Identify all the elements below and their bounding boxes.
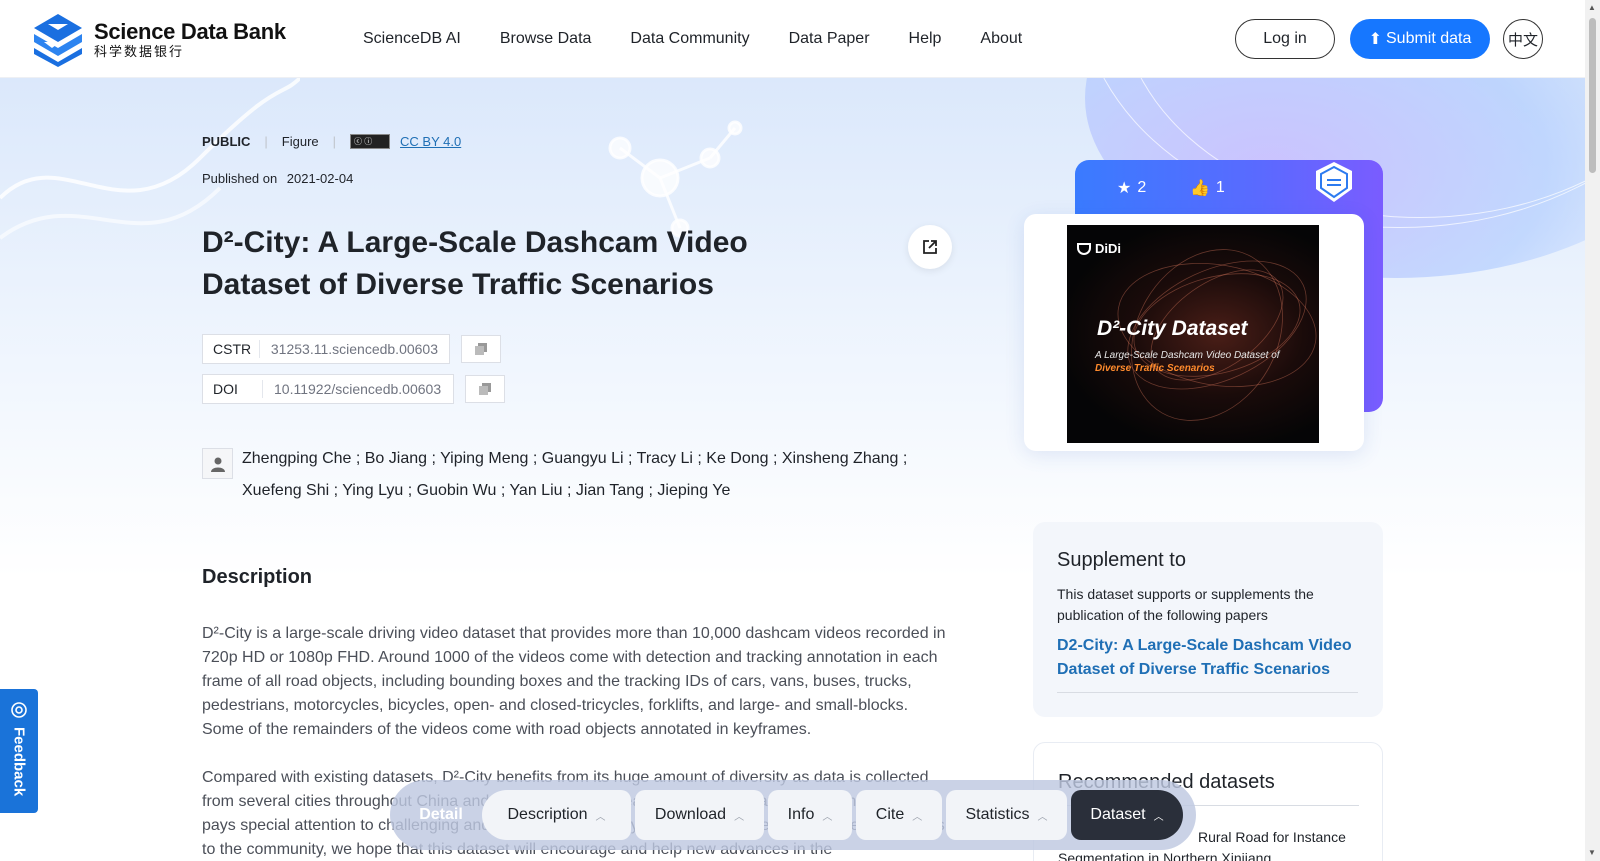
doi-field: DOI 10.11922/sciencedb.00603 (202, 374, 454, 404)
star-icon: ★ (1117, 180, 1132, 197)
nav-help[interactable]: Help (909, 30, 942, 48)
dataset-meta: PUBLIC | Figure | ⓒ ⓘ CC BY 4.0 (202, 134, 462, 149)
cstr-label: CSTR (203, 340, 260, 358)
cover-title: D²-City Dataset (1097, 317, 1248, 340)
logo-subtitle: 科学数据银行 (94, 44, 185, 59)
license-link[interactable]: CC BY 4.0 (400, 134, 461, 149)
share-icon (923, 240, 937, 254)
chevron-up-icon: ︿ (1153, 811, 1164, 823)
dataset-type: Figure (281, 134, 319, 149)
cstr-value: 31253.11.sciencedb.00603 (270, 341, 438, 357)
published-label: Published on (202, 171, 278, 186)
nav-browse-data[interactable]: Browse Data (500, 30, 592, 48)
copy-doi-button[interactable] (465, 375, 505, 403)
supplement-text: This dataset supports or supplements the… (1057, 586, 1314, 623)
feedback-icon (11, 702, 27, 718)
published-date: 2021-02-04 (286, 171, 354, 186)
description-paragraph: D²-City is a large-scale driving video d… (202, 625, 946, 738)
tab-detail[interactable]: Detail (400, 806, 482, 824)
dataset-title: D²-City: A Large-Scale Dashcam Video Dat… (202, 226, 748, 301)
dataset-cover-image[interactable]: DiDi D²-City Dataset A Large-Scale Dashc… (1067, 225, 1319, 443)
chevron-up-icon: ︿ (595, 811, 606, 823)
person-icon (202, 448, 233, 479)
language-toggle[interactable]: 中文 (1503, 19, 1543, 59)
supplement-paper-link[interactable]: D2-City: A Large-Scale Dashcam Video Dat… (1057, 634, 1357, 682)
supplement-card: Supplement to This dataset supports or s… (1033, 522, 1383, 717)
upload-icon: ⬆ (1368, 31, 1382, 48)
tab-statistics[interactable]: Statistics ︿ (946, 790, 1067, 840)
tab-download[interactable]: Download ︿ (635, 790, 764, 840)
nav-data-community[interactable]: Data Community (630, 30, 749, 48)
top-header: Science Data Bank 科学数据银行 ScienceDB AI Br… (0, 0, 1585, 78)
access-badge: PUBLIC (202, 134, 251, 149)
page-scrollbar[interactable]: ▲ ▼ (1585, 0, 1600, 861)
chevron-up-icon: ︿ (822, 811, 833, 823)
tab-dataset[interactable]: Dataset ︿ (1071, 790, 1183, 840)
submit-data-button[interactable]: ⬆ Submit data (1350, 19, 1490, 59)
chevron-up-icon: ︿ (734, 811, 745, 823)
scroll-down-arrow-icon[interactable]: ▼ (1588, 848, 1596, 857)
submit-data-label: Submit data (1386, 30, 1472, 47)
site-logo[interactable]: Science Data Bank 科学数据银行 (30, 12, 286, 68)
tab-info[interactable]: Info ︿ (768, 790, 852, 840)
copy-icon (479, 383, 491, 395)
star-count[interactable]: ★ 2 (1117, 178, 1146, 198)
scroll-thumb[interactable] (1589, 18, 1596, 173)
published-row: Published on 2021-02-04 (202, 171, 353, 186)
nav-sciencedb-ai[interactable]: ScienceDB AI (363, 30, 461, 48)
doi-label: DOI (203, 380, 263, 398)
copy-cstr-button[interactable] (461, 335, 501, 363)
nav-about[interactable]: About (980, 30, 1022, 48)
doi-value: 10.11922/sciencedb.00603 (274, 381, 442, 397)
cc-license-icon: ⓒ ⓘ (350, 134, 391, 149)
science-data-bank-logo-icon (34, 14, 82, 67)
like-count[interactable]: 👍 1 (1190, 178, 1225, 198)
thumbs-up-icon: 👍 (1190, 180, 1210, 197)
author-list: Zhengping Che ; Bo Jiang ; Yiping Meng ;… (242, 450, 908, 499)
nav-data-paper[interactable]: Data Paper (789, 30, 870, 48)
feedback-tab[interactable]: Feedback (0, 689, 38, 813)
didi-logo: DiDi (1077, 241, 1121, 256)
tab-description[interactable]: Description ︿ (482, 790, 631, 840)
chevron-up-icon: ︿ (912, 811, 923, 823)
cover-subtitle-highlight: Diverse Traffic Scenarios (1095, 363, 1215, 374)
share-button[interactable] (908, 225, 952, 269)
login-button[interactable]: Log in (1235, 19, 1335, 59)
feedback-label: Feedback (10, 727, 28, 797)
section-tab-bar: Detail Description ︿ Download ︿ Info ︿ Cite… (390, 780, 1196, 850)
logo-title: Science Data Bank (94, 19, 286, 44)
chevron-up-icon: ︿ (1037, 811, 1048, 823)
cstr-field: CSTR 31253.11.sciencedb.00603 (202, 334, 450, 364)
copy-icon (475, 343, 487, 355)
main-nav: ScienceDB AI Browse Data Data Community … (363, 0, 1061, 78)
tab-cite[interactable]: Cite ︿ (856, 790, 942, 840)
scroll-up-arrow-icon[interactable]: ▲ (1588, 3, 1596, 12)
cover-subtitle: A Large-Scale Dashcam Video Dataset of (1095, 350, 1280, 361)
supplement-title: Supplement to (1057, 549, 1186, 571)
authors-section: Zhengping Che ; Bo Jiang ; Yiping Meng ;… (202, 448, 922, 507)
description-heading: Description (202, 566, 313, 588)
verified-badge-icon (1316, 162, 1352, 202)
